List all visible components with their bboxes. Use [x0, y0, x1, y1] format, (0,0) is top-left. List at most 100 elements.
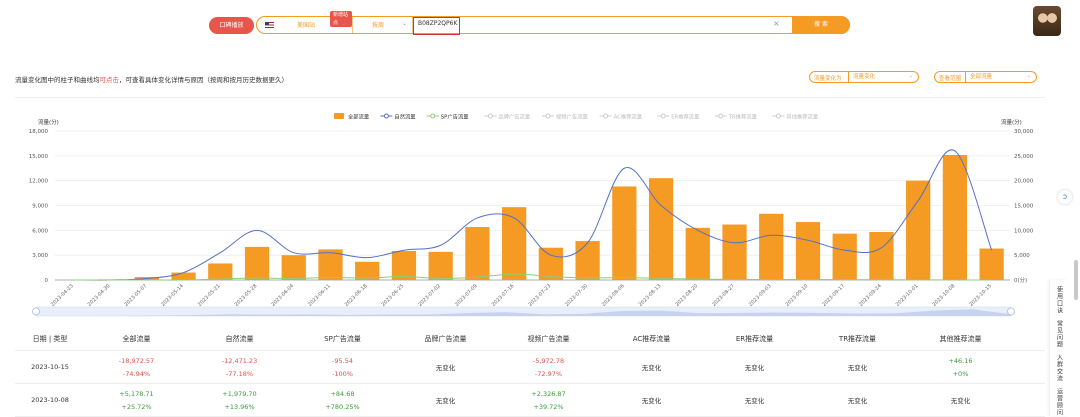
- sidebar-item-1[interactable]: 常见问题: [1055, 320, 1064, 348]
- bar-2023-08-27[interactable]: [722, 224, 747, 280]
- legend-item-2[interactable]: SP广告流量: [426, 113, 469, 121]
- bar-2023-08-13[interactable]: [648, 178, 674, 280]
- legend-marker: [545, 113, 551, 119]
- table-cell[interactable]: +84.68 +780.25%: [291, 384, 394, 416]
- x-tick: 2023-08-06: [601, 283, 626, 308]
- table-header: 日期 | 类型 全部流量 自然流量 SP广告流量 品牌广告流量 视频广告流量 AC推荐流量 E…: [15, 328, 1045, 351]
- cell-value: -5,972.78: [532, 356, 565, 365]
- sidebar-item-0[interactable]: 使用口诀: [1055, 286, 1064, 314]
- column-header: 视频广告流量: [527, 335, 570, 343]
- table-cell[interactable]: 无变化: [703, 351, 806, 383]
- legend-marker: [430, 113, 436, 119]
- table-cell[interactable]: -5,972.78 -72.97%: [497, 351, 600, 383]
- cell-value: 无变化: [641, 364, 662, 372]
- cell-percent: -77.18%: [225, 369, 254, 378]
- y-tick-right: 10,000: [1014, 228, 1034, 234]
- legend-marker: [660, 113, 666, 119]
- bar-2023-09-03[interactable]: [759, 213, 784, 280]
- x-tick: 2023-05-21: [197, 283, 222, 308]
- x-tick: 2023-05-07: [123, 283, 148, 308]
- cell-value: 无变化: [847, 397, 868, 405]
- cell-percent: -100%: [332, 369, 353, 378]
- legend-item-7[interactable]: TR推荐流量: [714, 113, 758, 121]
- bar-2023-10-01[interactable]: [906, 180, 931, 280]
- y-tick-right: 25,000: [1014, 154, 1034, 160]
- x-tick: 2023-07-23: [527, 283, 552, 308]
- cell-percent: -74.94%: [122, 369, 151, 378]
- cell-value: 无变化: [950, 397, 971, 405]
- legend-label: 品牌广告流量: [498, 113, 530, 121]
- table-cell[interactable]: -18,972.57 -74.94%: [85, 351, 188, 383]
- legend-item-3[interactable]: 品牌广告流量: [484, 113, 531, 121]
- table-cell[interactable]: 无变化: [394, 351, 497, 383]
- legend-item-5[interactable]: AC推荐流量: [599, 113, 643, 121]
- legend-label: 其他推荐流量: [786, 113, 818, 121]
- assistant-logo-icon[interactable]: ↄ: [1058, 190, 1072, 204]
- x-tick: 2023-09-10: [785, 283, 810, 308]
- cell-percent: +39.72%: [533, 402, 564, 411]
- y-tick-right: 0(分): [1014, 276, 1027, 284]
- legend-label: TR推荐流量: [728, 113, 758, 121]
- right-sidebar: 使用口诀常见问题入群交流运营顾问: [1049, 280, 1068, 416]
- bar-2023-05-14[interactable]: [171, 272, 196, 280]
- bar-2023-05-28[interactable]: [244, 246, 270, 280]
- table-cell[interactable]: 无变化: [909, 384, 1012, 416]
- asin-input[interactable]: B08ZP2QP6K: [418, 20, 457, 27]
- legend-item-6[interactable]: ER推荐流量: [657, 113, 700, 121]
- column-header: 其他推荐流量: [939, 335, 982, 343]
- sidebar-item-3[interactable]: 运营顾问: [1055, 388, 1064, 416]
- legend-marker: [487, 113, 493, 119]
- table-cell[interactable]: +1,979.70 +13.96%: [188, 384, 291, 416]
- bar-2023-07-02[interactable]: [428, 251, 453, 280]
- bar-2023-09-17[interactable]: [832, 233, 857, 280]
- row-date: 2023-10-08: [31, 396, 69, 404]
- cell-value: -95.54: [332, 356, 353, 365]
- legend-item-0[interactable]: 全部流量: [334, 113, 370, 121]
- cell-value: -18,972.57: [118, 356, 155, 365]
- x-tick: 2023-06-25: [381, 283, 406, 308]
- sidebar-item-2[interactable]: 入群交流: [1055, 354, 1064, 382]
- bar-2023-06-04[interactable]: [281, 255, 306, 280]
- x-tick: 2023-08-20: [674, 283, 699, 308]
- table-cell[interactable]: -12,471.23 -77.18%: [188, 351, 291, 383]
- table-cell[interactable]: +2,326.87 +39.72%: [497, 384, 600, 416]
- bar-2023-07-30[interactable]: [575, 241, 600, 280]
- bar-2023-09-10[interactable]: [795, 222, 821, 280]
- bar-2023-07-09[interactable]: [465, 227, 490, 280]
- column-header: AC推荐流量: [632, 335, 671, 343]
- column-header: 全部流量: [122, 335, 151, 343]
- cell-value: +1,979.70: [222, 389, 257, 398]
- bar-2023-10-15[interactable]: [979, 248, 1004, 280]
- y-axis-right-title: 流量(分): [1001, 118, 1022, 126]
- legend-item-1[interactable]: 自然流量: [380, 113, 416, 121]
- traffic-chart[interactable]: 全部流量 自然流量 SP广告流量 品牌广告流量 视频广告流量 AC推荐流量 ER推荐流量 TR…: [0, 0, 1080, 330]
- table-cell[interactable]: 无变化: [806, 384, 909, 416]
- bar-2023-08-06[interactable]: [612, 186, 637, 280]
- table-cell[interactable]: 无变化: [600, 351, 703, 383]
- table-cell[interactable]: 无变化: [600, 384, 703, 416]
- cell-value: -12,471.23: [221, 356, 258, 365]
- x-tick: 2023-10-01: [895, 283, 920, 308]
- table-cell[interactable]: 无变化: [394, 384, 497, 416]
- x-tick: 2023-04-23: [50, 283, 75, 308]
- y-tick-left: 15,000: [29, 154, 49, 160]
- scrollbar[interactable]: [1074, 260, 1078, 300]
- zoom-handle-left: [32, 307, 40, 316]
- table-cell[interactable]: 无变化: [806, 351, 909, 383]
- legend-item-8[interactable]: 其他推荐流量: [772, 113, 819, 121]
- bar-2023-10-08[interactable]: [942, 155, 968, 280]
- table-cell[interactable]: +5,178.71 +25.72%: [85, 384, 188, 416]
- table-cell[interactable]: 无变化: [703, 384, 806, 416]
- x-tick: 2023-10-15: [968, 283, 993, 308]
- legend-item-4[interactable]: 视频广告流量: [542, 113, 588, 121]
- bar-2023-08-20[interactable]: [685, 227, 710, 280]
- column-header: TR推荐流量: [838, 335, 877, 343]
- bar-2023-05-21[interactable]: [208, 263, 233, 280]
- table-cell[interactable]: -95.54 -100%: [291, 351, 394, 383]
- table-cell[interactable]: +46.16 +0%: [909, 351, 1012, 383]
- x-tick: 2023-09-03: [748, 283, 773, 308]
- bar-2023-06-25[interactable]: [391, 251, 417, 280]
- zoom-slider[interactable]: [32, 306, 1015, 317]
- cell-value: 无变化: [435, 397, 456, 405]
- bar-2023-07-23[interactable]: [538, 247, 563, 280]
